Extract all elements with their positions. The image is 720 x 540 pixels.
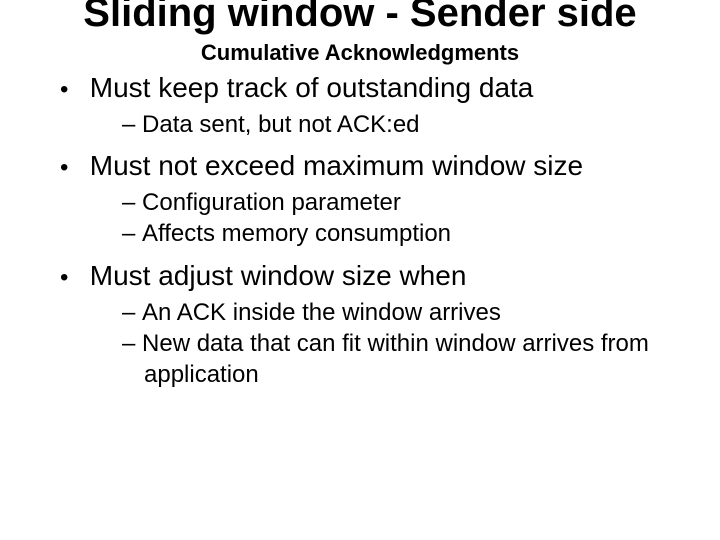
sub-bullet-item: Configuration parameter — [82, 187, 670, 218]
sub-bullet-item: Data sent, but not ACK:ed — [82, 109, 670, 140]
slide-title: Sliding window - Sender side — [0, 0, 720, 34]
sub-bullet-text: An ACK inside the window arrives — [142, 299, 501, 326]
sub-bullet-text: Configuration parameter — [142, 189, 401, 216]
bullet-text: Must not exceed maximum window size — [90, 150, 583, 181]
bullet-item: Must not exceed maximum window size Conf… — [50, 148, 670, 249]
bullet-text: Must keep track of outstanding data — [90, 72, 534, 103]
sub-bullet-text: Data sent, but not ACK:ed — [142, 111, 420, 138]
bullet-text: Must adjust window size when — [90, 260, 467, 291]
bullet-list: Must keep track of outstanding data Data… — [50, 70, 670, 390]
slide: Sliding window - Sender side Cumulative … — [0, 0, 720, 532]
sub-bullet-list: An ACK inside the window arrives New dat… — [82, 297, 670, 391]
slide-body: Must keep track of outstanding data Data… — [0, 70, 720, 390]
slide-subtitle: Cumulative Acknowledgments — [0, 40, 720, 66]
sub-bullet-item: New data that can fit within window arri… — [82, 328, 670, 390]
sub-bullet-text: Affects memory consumption — [142, 220, 451, 247]
sub-bullet-list: Data sent, but not ACK:ed — [82, 109, 670, 140]
sub-bullet-list: Configuration parameter Affects memory c… — [82, 187, 670, 249]
bullet-item: Must keep track of outstanding data Data… — [50, 70, 670, 140]
sub-bullet-item: An ACK inside the window arrives — [82, 297, 670, 328]
sub-bullet-text: New data that can fit within window arri… — [142, 330, 649, 388]
bullet-item: Must adjust window size when An ACK insi… — [50, 258, 670, 391]
sub-bullet-item: Affects memory consumption — [82, 218, 670, 249]
